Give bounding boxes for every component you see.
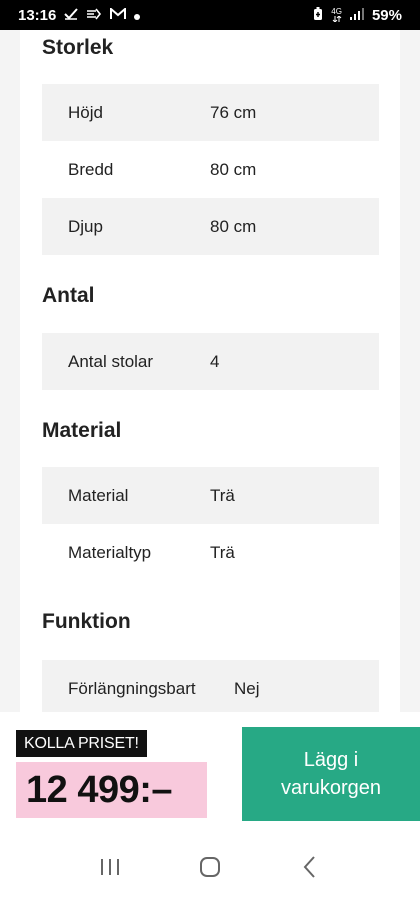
spec-value: 4 [210,351,220,371]
spec-label: Material [68,485,129,505]
status-left: 13:16 [18,6,141,24]
spec-label: Bredd [68,159,114,179]
spec-value: 80 cm [210,159,257,179]
spec-row-width: Bredd 80 cm [42,141,379,198]
battery-saver-icon [313,6,323,24]
product-specs-scroll[interactable]: Storlek Höjd 76 cm Bredd 80 cm Djup 80 c… [0,30,420,712]
check-icon [64,7,79,23]
cart-button-line1: Lägg i [303,749,359,771]
signal-icon [349,7,364,23]
back-icon[interactable] [290,847,330,887]
spec-value: Trä [210,542,235,562]
section-title-count: Antal [42,284,95,307]
specs-panel: Storlek Höjd 76 cm Bredd 80 cm Djup 80 c… [20,30,400,712]
check-price-badge: KOLLA PRISET! [16,730,147,757]
purchase-bar: KOLLA PRISET! 12 499:– Lägg i varukorgen [0,712,420,834]
cart-button-label: Lägg i varukorgen [281,746,381,802]
spec-value: Nej [234,678,260,698]
spec-row-depth: Djup 80 cm [42,198,379,255]
spec-label: Höjd [68,102,103,122]
cart-button-line2: varukorgen [280,777,382,799]
dot-icon [134,8,141,23]
recent-apps-icon[interactable] [90,847,130,887]
status-right: 4G 59% [313,6,402,24]
section-title-size: Storlek [42,36,114,59]
system-nav-bar [0,834,420,900]
section-title-material: Material [42,419,122,442]
price: 12 499:– [16,762,207,818]
transfer-icon [86,8,102,23]
spec-value: 80 cm [210,216,257,236]
network-label: 4G [331,7,342,16]
spec-label: Förlängningsbart [68,678,196,698]
home-icon[interactable] [190,847,230,887]
spec-label: Antal stolar [68,351,154,371]
spec-value: 76 cm [210,102,257,122]
spec-row-extendable: Förlängningsbart Nej [42,660,379,712]
spec-row-material: Material Trä [42,467,379,524]
spec-value: Trä [210,485,235,505]
spec-row-material-type: Materialtyp Trä [42,524,379,581]
status-time: 13:16 [18,6,57,24]
spec-label: Materialtyp [68,542,152,562]
status-bar: 13:16 4G 59% [0,0,420,30]
battery-percent: 59% [371,6,402,24]
spec-label: Djup [68,216,103,236]
spec-row-chair-count: Antal stolar 4 [42,333,379,390]
spec-row-height: Höjd 76 cm [42,84,379,141]
add-to-cart-button[interactable]: Lägg i varukorgen [242,727,420,821]
gmail-icon [110,6,127,23]
section-title-function: Funktion [42,610,131,633]
network-4g-icon: 4G [331,8,342,22]
